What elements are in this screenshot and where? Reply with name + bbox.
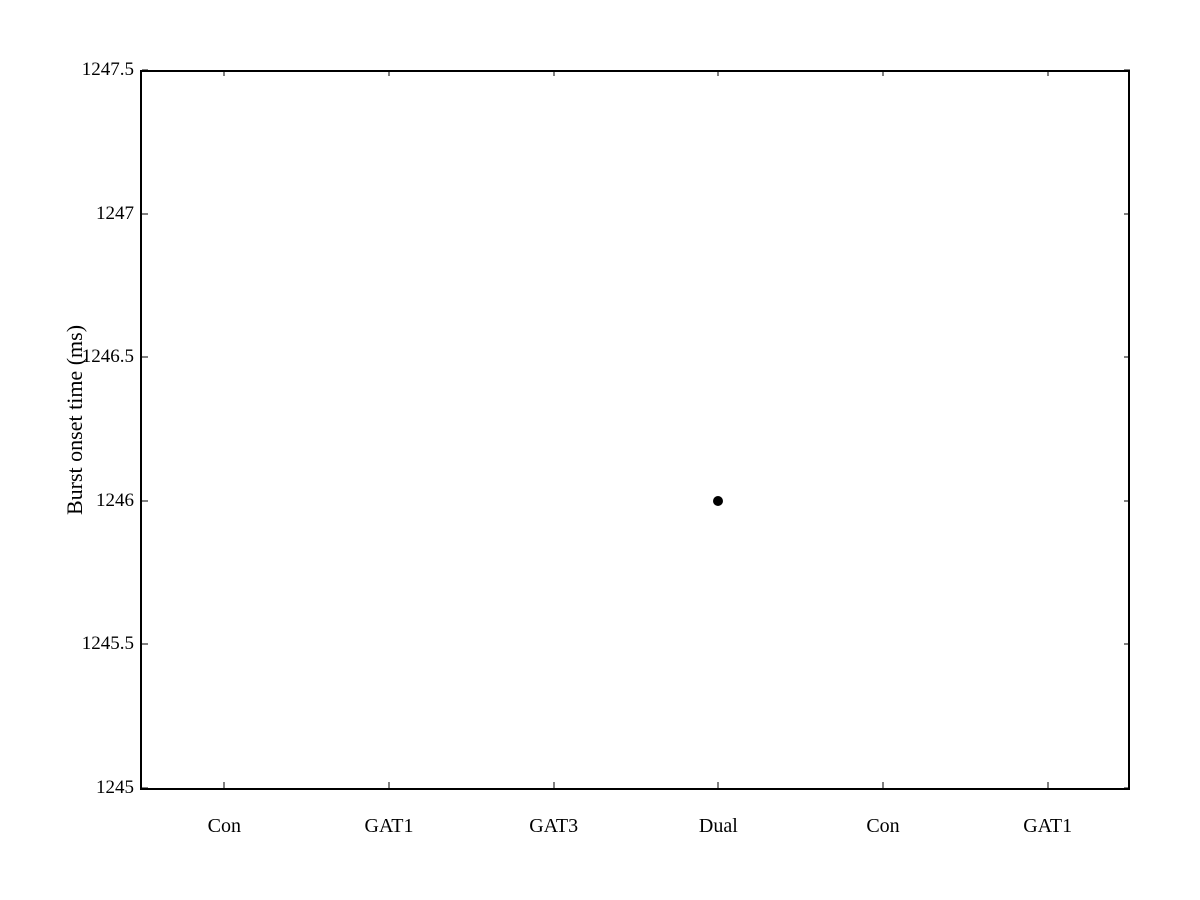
y-tick-label: 1247 [96, 203, 134, 225]
x-tick-label: GAT1 [1023, 815, 1072, 838]
y-right-tick-mark [1124, 357, 1130, 358]
x-tick-mark [1047, 782, 1048, 788]
y-right-tick-mark [1124, 213, 1130, 214]
data-point [713, 496, 723, 506]
x-tick-mark [389, 782, 390, 788]
x-tick-label: GAT1 [365, 815, 414, 838]
y-right-tick-mark [1124, 70, 1130, 71]
x-tick-label: Con [866, 815, 899, 838]
chart-wrapper: Burst onset time (ms) 12451245.512461246… [50, 50, 1150, 870]
y-tick-label: 1245.5 [82, 633, 134, 655]
y-tick-mark [142, 644, 148, 645]
plot-inner: 12451245.512461246.512471247.5ConGAT1GAT… [142, 70, 1130, 788]
y-tick-label: 1246.5 [82, 346, 134, 368]
y-axis-label-container: Burst onset time (ms) [50, 50, 100, 790]
y-tick-label: 1245 [96, 777, 134, 799]
y-tick-label: 1247.5 [82, 59, 134, 81]
x-top-tick-mark [883, 70, 884, 76]
x-top-tick-mark [1047, 70, 1048, 76]
y-tick-label: 1246 [96, 490, 134, 512]
x-top-tick-mark [224, 70, 225, 76]
x-top-tick-mark [553, 70, 554, 76]
y-tick-mark [142, 70, 148, 71]
chart-container: Burst onset time (ms) 12451245.512461246… [0, 0, 1200, 900]
x-top-tick-mark [718, 70, 719, 76]
x-tick-mark [883, 782, 884, 788]
y-tick-mark [142, 357, 148, 358]
y-right-tick-mark [1124, 644, 1130, 645]
x-tick-mark [224, 782, 225, 788]
plot-area: 12451245.512461246.512471247.5ConGAT1GAT… [140, 70, 1130, 790]
y-tick-mark [142, 213, 148, 214]
x-top-tick-mark [389, 70, 390, 76]
x-tick-label: Dual [699, 815, 738, 838]
x-tick-mark [553, 782, 554, 788]
y-right-tick-mark [1124, 788, 1130, 789]
x-tick-mark [718, 782, 719, 788]
x-tick-label: Con [208, 815, 241, 838]
y-tick-mark [142, 788, 148, 789]
y-right-tick-mark [1124, 500, 1130, 501]
x-tick-label: GAT3 [529, 815, 578, 838]
y-tick-mark [142, 500, 148, 501]
